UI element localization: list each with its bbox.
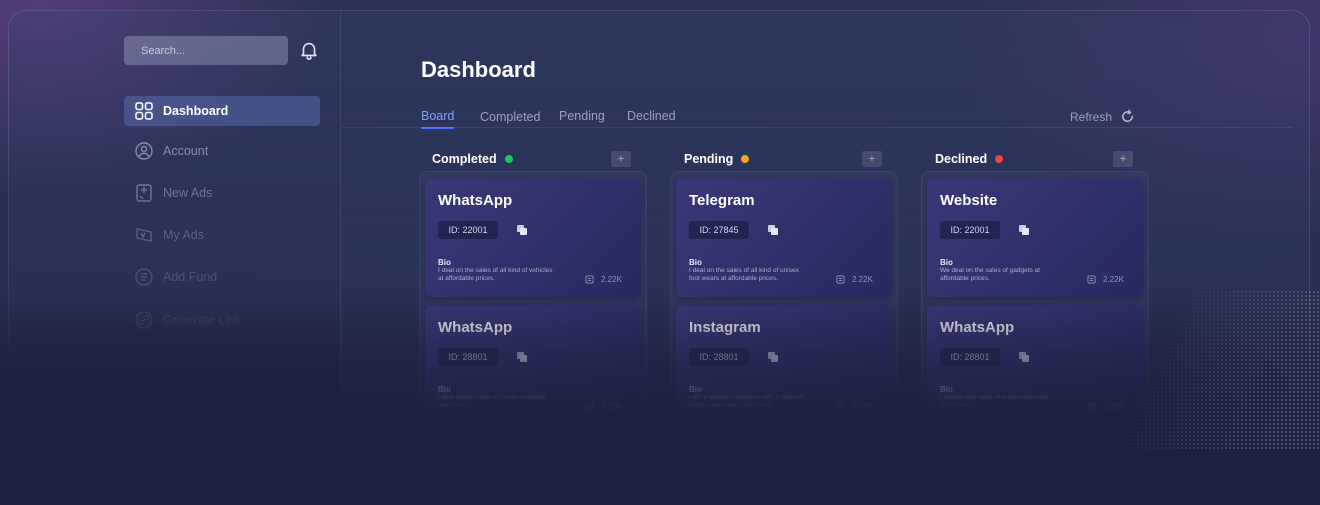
status-dot-green: [504, 155, 513, 163]
copy-icon[interactable]: [517, 352, 527, 362]
refresh-icon: [1122, 109, 1133, 122]
stat-value: 2.22K: [852, 402, 873, 411]
ad-card[interactable]: Telegram ID: 27845 Bio I deal on the sal…: [676, 179, 892, 297]
tab-completed[interactable]: Completed: [480, 110, 540, 128]
link-icon: [135, 311, 153, 329]
column-title: Declined: [935, 152, 988, 166]
card-id: ID: 27845: [689, 221, 749, 239]
card-stat: 2.22K: [836, 275, 873, 284]
card-title: WhatsApp: [438, 192, 513, 209]
card-id: ID: 28801: [438, 348, 498, 366]
search-input[interactable]: [124, 36, 288, 65]
sidebar-item-label: Account: [163, 144, 209, 158]
views-icon: [836, 275, 845, 284]
add-card-button[interactable]: +: [1113, 151, 1133, 167]
sidebar-item-generate-link[interactable]: Generate Link: [124, 305, 320, 335]
sidebar-item-settings[interactable]: Settings: [124, 347, 320, 377]
bio-label: Bio: [689, 385, 702, 394]
stat-value: 2.22K: [852, 275, 873, 284]
tabs-divider: [342, 127, 1292, 128]
copy-icon[interactable]: [517, 225, 527, 235]
views-icon: [1087, 275, 1096, 284]
card-stat: 2.22K: [585, 402, 622, 411]
bio-text: I deal on the sales of all kind of unise…: [689, 267, 799, 282]
column-header-declined: Declined: [935, 152, 1004, 166]
column-title: Completed: [432, 152, 497, 166]
fund-icon: [135, 268, 153, 286]
grid-icon: [135, 102, 153, 120]
sidebar-item-dashboard[interactable]: Dashboard: [124, 96, 320, 126]
sidebar-item-label: Dashboard: [163, 104, 229, 118]
bio-text: I deal on the sales of unisex clothings …: [940, 394, 1049, 409]
bio-text: We deal on the sales of gadgets at affor…: [940, 267, 1040, 282]
sidebar-item-label: My Ads: [163, 228, 204, 242]
card-stat: 2.22K: [1087, 275, 1124, 284]
sidebar-item-label: Add Fund: [163, 270, 218, 284]
ad-card[interactable]: WhatsApp ID: 28801 Bio I deal on the sal…: [927, 306, 1143, 424]
sidebar-item-account[interactable]: Account: [124, 136, 320, 166]
bio-label: Bio: [689, 258, 702, 267]
copy-icon[interactable]: [1019, 225, 1029, 235]
card-id: ID: 22001: [940, 221, 1000, 239]
views-icon: [585, 402, 594, 411]
bio-text: I deal on the sales of all kind of vehic…: [438, 267, 553, 282]
card-title: WhatsApp: [438, 319, 513, 336]
sidebar-item-label: New Ads: [163, 186, 213, 200]
copy-icon[interactable]: [768, 352, 778, 362]
bell-icon[interactable]: [298, 39, 320, 61]
sidebar: [8, 10, 341, 505]
card-title: Website: [940, 192, 998, 209]
bio-text: I deal on the sales of unisex clothings …: [438, 394, 547, 409]
bio-label: Bio: [438, 258, 451, 267]
bio-text: I am a graphics designer with 3 years of…: [689, 394, 804, 409]
sidebar-item-label: Settings: [163, 355, 209, 369]
ads-icon: [136, 228, 152, 242]
card-id: ID: 28801: [940, 348, 1000, 366]
bio-label: Bio: [940, 385, 953, 394]
settings-icon: [136, 354, 152, 370]
bio-label: Bio: [940, 258, 953, 267]
ad-card[interactable]: WhatsApp ID: 22001 Bio I deal on the sal…: [425, 179, 641, 297]
card-id: ID: 28801: [689, 348, 749, 366]
ad-card[interactable]: Website ID: 22001 Bio We deal on the sal…: [927, 179, 1143, 297]
status-dot-red: [995, 155, 1004, 163]
page-title: Dashboard: [421, 57, 536, 82]
card-stat: 2.22K: [836, 402, 873, 411]
refresh-button[interactable]: Refresh: [1070, 109, 1135, 124]
sidebar-item-add-fund[interactable]: Add Fund: [124, 262, 320, 292]
ad-card[interactable]: WhatsApp ID: 28801 Bio I deal on the sal…: [425, 306, 641, 424]
status-dot-orange: [741, 155, 750, 163]
sidebar-item-my-ads[interactable]: My Ads: [124, 220, 320, 250]
add-card-button[interactable]: +: [862, 151, 882, 167]
tab-board[interactable]: Board: [421, 109, 455, 129]
new-ad-icon: [136, 184, 152, 202]
user-icon: [135, 142, 153, 160]
tab-pending[interactable]: Pending: [559, 109, 605, 127]
sidebar-item-label: Generate Link: [163, 313, 242, 327]
card-id: ID: 22001: [438, 221, 498, 239]
add-card-button[interactable]: +: [611, 151, 631, 167]
card-title: WhatsApp: [940, 319, 1015, 336]
column-header-pending: Pending: [684, 152, 750, 166]
copy-icon[interactable]: [1019, 352, 1029, 362]
card-stat: 2.22K: [585, 275, 622, 284]
refresh-label: Refresh: [1070, 109, 1113, 124]
column-title: Pending: [684, 152, 734, 166]
column-header-completed: Completed: [432, 152, 513, 166]
card-stat: 2.22K: [1087, 402, 1124, 411]
tab-declined[interactable]: Declined: [627, 109, 676, 127]
views-icon: [836, 402, 845, 411]
stat-value: 2.22K: [1103, 275, 1124, 284]
views-icon: [1087, 402, 1096, 411]
copy-icon[interactable]: [768, 225, 778, 235]
card-title: Telegram: [689, 192, 755, 209]
card-title: Instagram: [689, 319, 761, 336]
stat-value: 2.22K: [601, 275, 622, 284]
bio-label: Bio: [438, 385, 451, 394]
views-icon: [585, 275, 594, 284]
sidebar-item-new-ads[interactable]: New Ads: [124, 178, 320, 208]
stat-value: 2.22K: [601, 402, 622, 411]
stat-value: 2.22K: [1103, 402, 1124, 411]
ad-card[interactable]: Instagram ID: 28801 Bio I am a graphics …: [676, 306, 892, 424]
